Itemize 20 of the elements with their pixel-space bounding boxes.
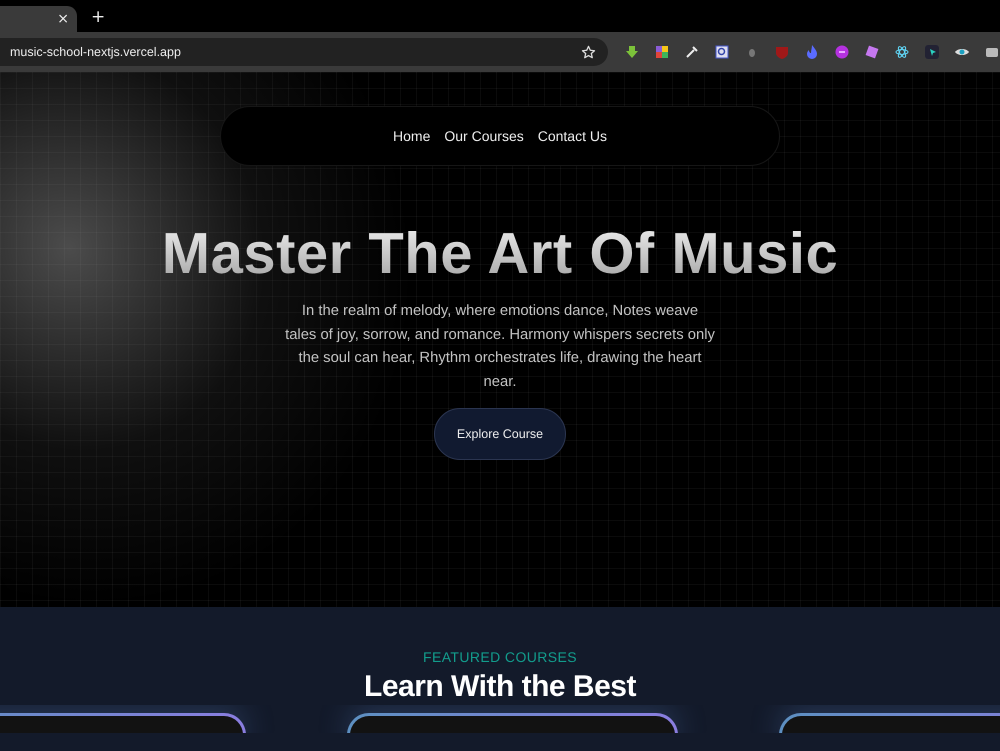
bookmark-star-icon[interactable]	[581, 44, 596, 60]
url-text: music-school-nextjs.vercel.app	[10, 45, 181, 59]
circle-icon[interactable]	[834, 44, 850, 60]
nav-link[interactable]: Contact Us	[538, 128, 607, 144]
flame-icon[interactable]	[804, 44, 820, 60]
section-eyebrow: FEATURED COURSES	[423, 649, 577, 665]
address-bar[interactable]: music-school-nextjs.vercel.app	[0, 38, 608, 66]
explore-course-button[interactable]: Explore Course	[434, 408, 566, 460]
atom-icon[interactable]	[894, 44, 910, 60]
browser-tab[interactable]: ×	[0, 6, 77, 32]
hero-paragraph: In the realm of melody, where emotions dance, Notes weave tales of joy, sorrow, and romance. Harmony whispers secrets only the soul can hear, Rhythm orchestrates life, drawing the heart near.	[285, 302, 715, 392]
nav-link[interactable]: Our Courses	[444, 128, 524, 144]
new-tab-button[interactable]: +	[87, 7, 110, 27]
cursor-icon[interactable]	[924, 44, 940, 60]
arrow-down-icon[interactable]	[624, 44, 640, 60]
grid-icon[interactable]	[654, 44, 670, 60]
nav-link[interactable]: Home	[393, 128, 430, 144]
close-tab-button[interactable]: ×	[53, 11, 73, 27]
magnifier-icon[interactable]	[714, 44, 730, 60]
section-heading: Learn With the Best	[364, 669, 636, 705]
